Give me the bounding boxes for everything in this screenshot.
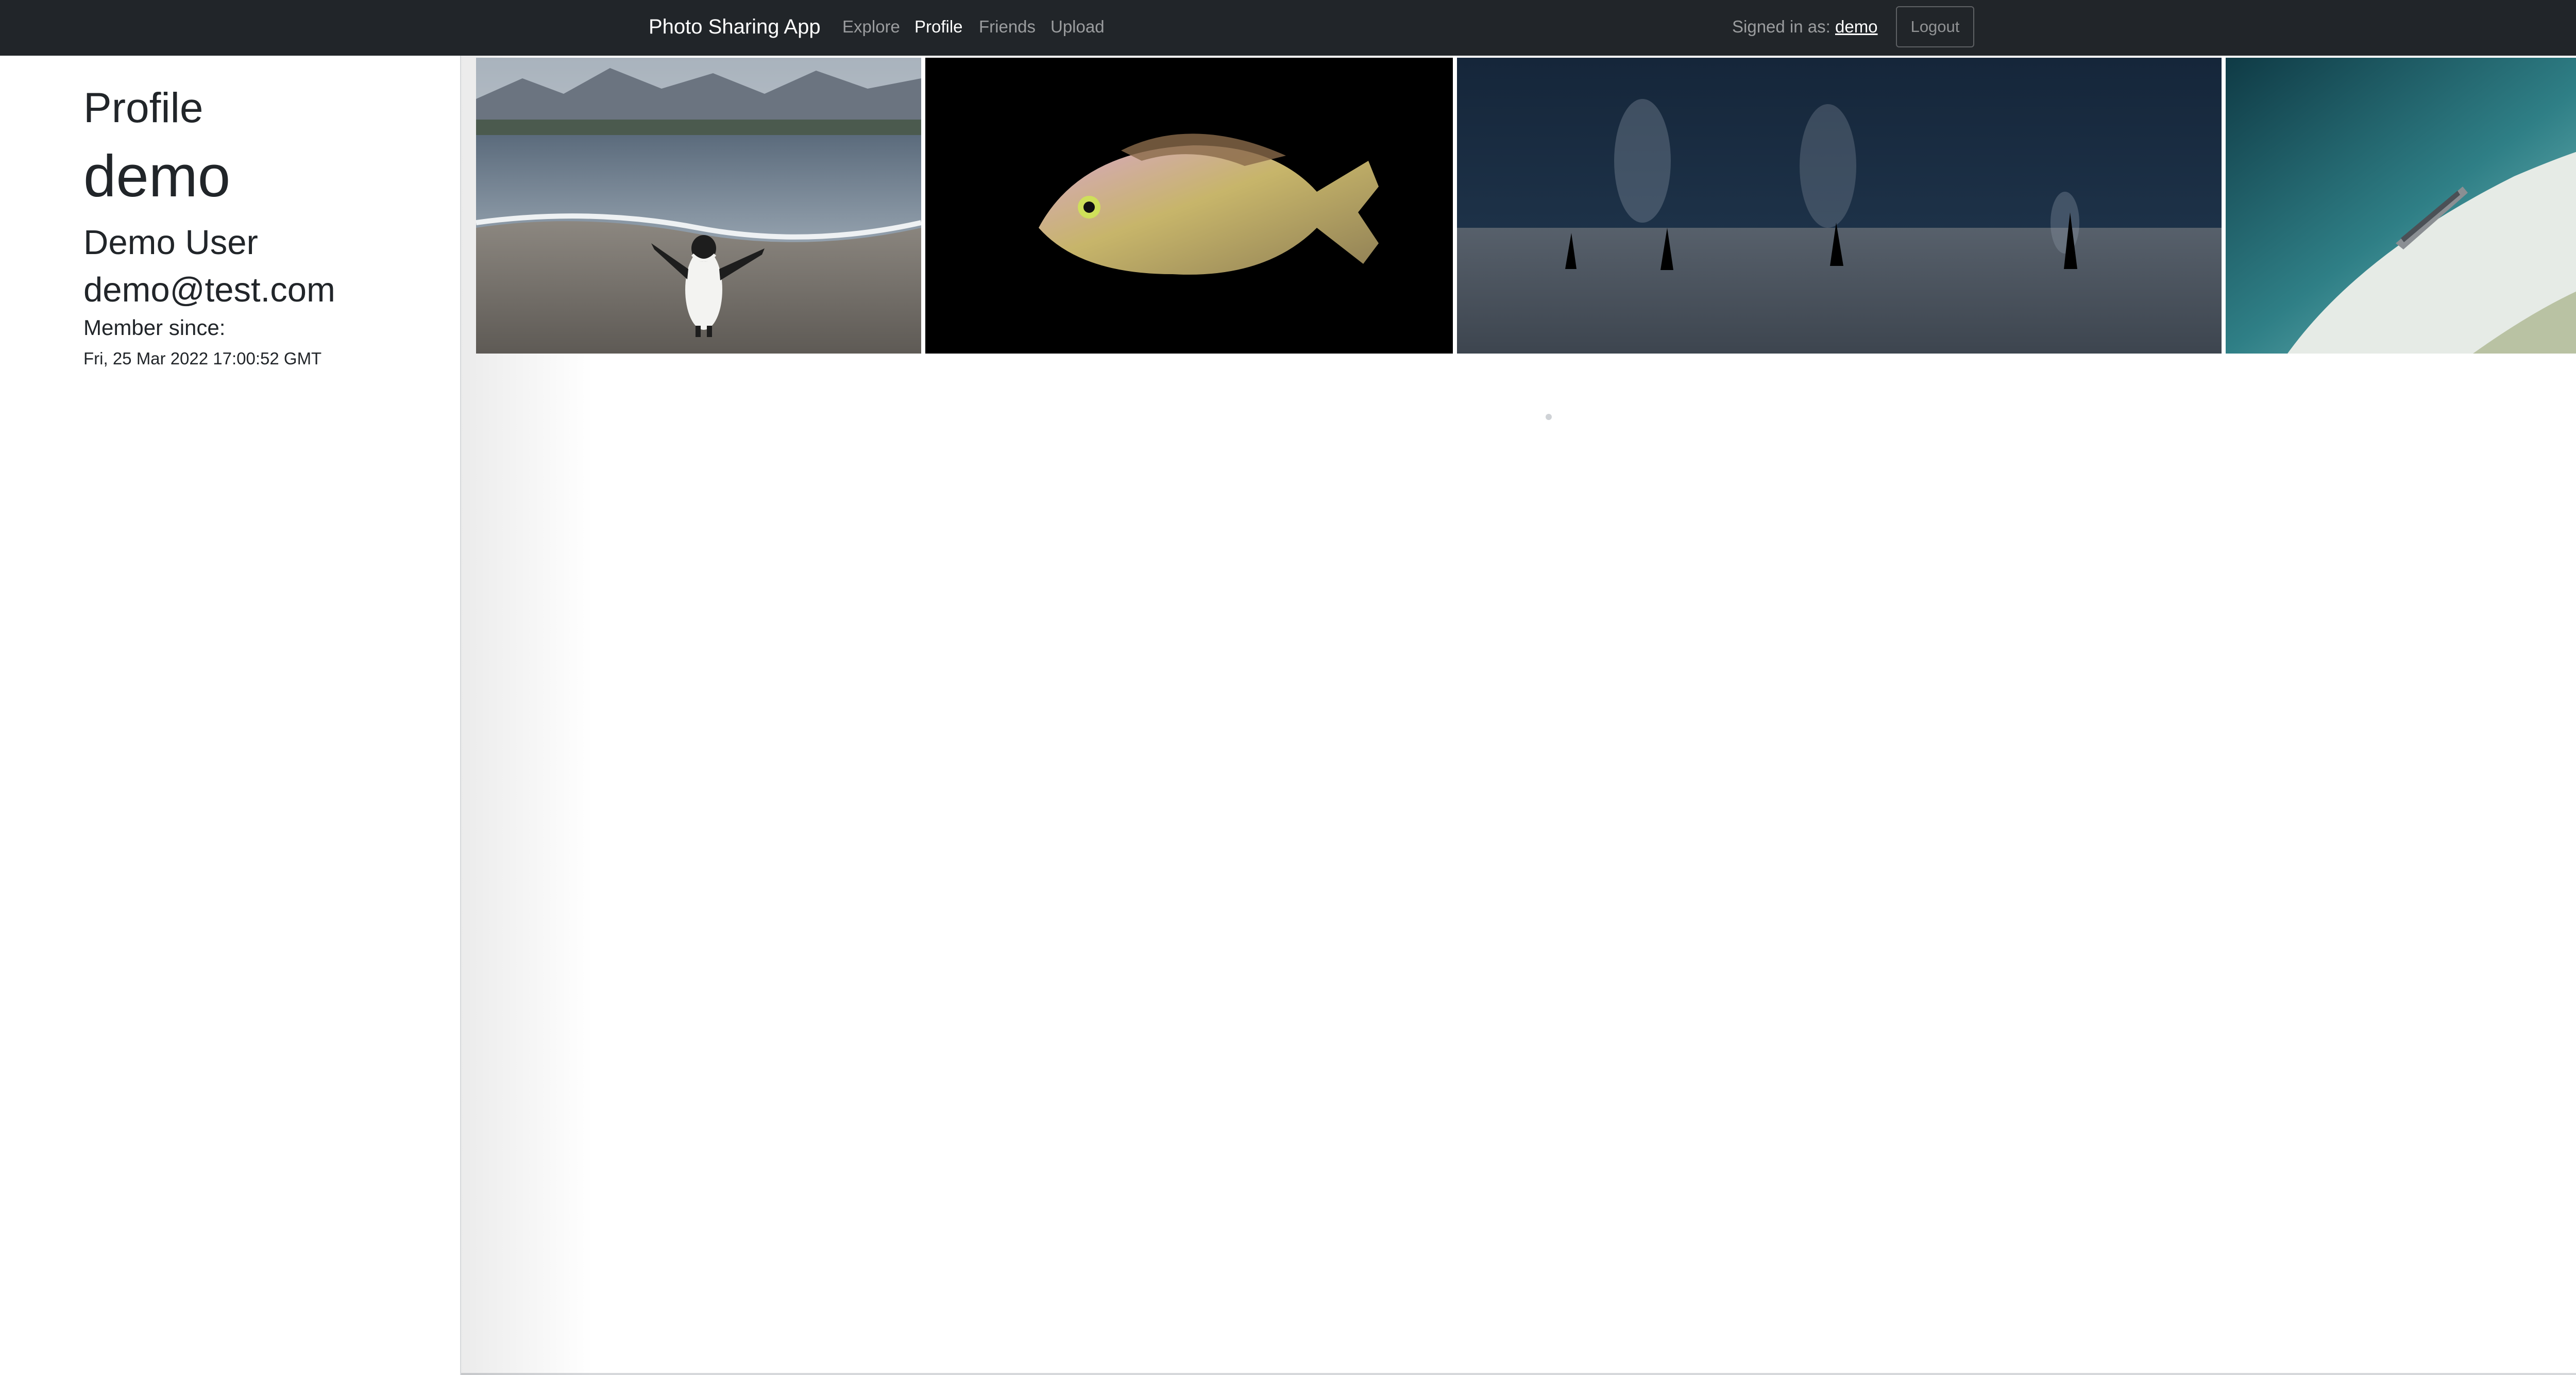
signed-in-status: Signed in as: demo <box>1732 11 1878 42</box>
profile-username: demo <box>83 144 231 209</box>
signed-in-prefix: Signed in as: <box>1732 17 1831 36</box>
penguin-image <box>476 58 921 354</box>
brand-link[interactable]: Photo Sharing App <box>649 11 821 42</box>
profile-sidebar: Profile demo Demo User demo@test.com Mem… <box>0 56 461 1375</box>
photo-orcas[interactable] <box>1457 58 2222 354</box>
member-since-date: Fri, 25 Mar 2022 17:00:52 GMT <box>83 349 322 368</box>
orcas-image <box>1457 58 2222 354</box>
beach-image <box>2226 58 2576 354</box>
member-since-label: Member since: <box>83 315 226 340</box>
nav-profile-link[interactable]: Profile <box>914 11 963 42</box>
photo-fish[interactable] <box>925 58 1453 354</box>
photo-beach[interactable] <box>2226 58 2576 354</box>
loading-indicator <box>1546 414 1552 420</box>
logout-button[interactable]: Logout <box>1896 6 1974 47</box>
profile-heading: Profile <box>83 85 204 131</box>
nav-upload-link[interactable]: Upload <box>1050 11 1105 42</box>
signed-in-user-link[interactable]: demo <box>1835 17 1878 36</box>
profile-email: demo@test.com <box>83 271 335 309</box>
profile-full-name: Demo User <box>83 223 258 262</box>
fish-image <box>925 58 1453 354</box>
top-navbar: Photo Sharing App Explore Profile Friend… <box>0 0 2576 56</box>
nav-friends-link[interactable]: Friends <box>979 11 1036 42</box>
nav-explore-link[interactable]: Explore <box>842 11 900 42</box>
photo-penguin[interactable] <box>476 58 921 354</box>
